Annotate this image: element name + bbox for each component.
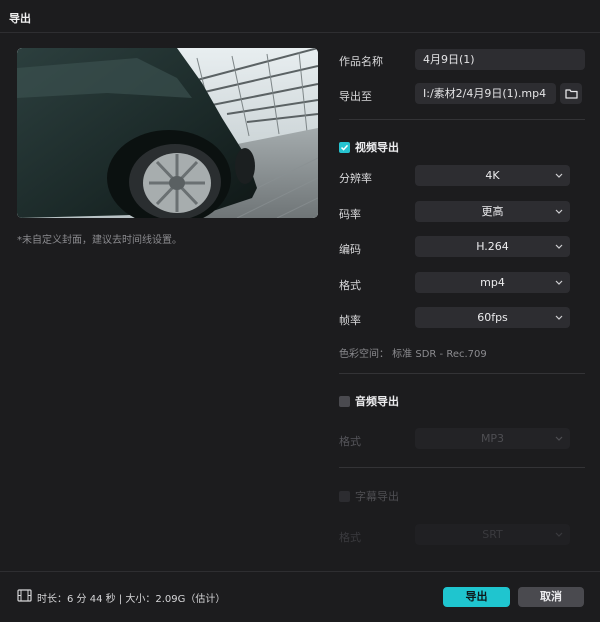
folder-icon [564,89,578,99]
cover-hint-text: *未自定义封面，建议去时间线设置。 [17,235,182,246]
subtitle-format-select[interactable]: SRT [415,524,570,545]
cancel-button[interactable]: 取消 [518,587,584,607]
subtitle-export-label: 字幕导出 [355,490,399,503]
subtitle-format-value: SRT [482,528,503,541]
bitrate-value: 更高 [481,205,504,218]
resolution-select[interactable]: 4K [415,165,570,186]
audio-format-value: MP3 [480,432,505,445]
check-icon [339,141,350,153]
format-label: 格式 [339,279,361,292]
window-title: 导出 [9,12,31,25]
bitrate-select[interactable]: 更高 [415,201,570,222]
codec-select[interactable]: H.264 [415,236,570,257]
audio-format-select[interactable]: MP3 [415,428,570,449]
title-bar: 导出 [0,0,600,33]
subtitle-export-checkbox[interactable]: 字幕导出 [339,488,399,504]
chevron-down-icon [555,201,563,222]
chevron-down-icon [555,428,563,449]
divider [339,373,585,374]
audio-export-label: 音频导出 [355,395,399,408]
chevron-down-icon [555,236,563,257]
duration-size-text: 时长：6 分 44 秒 | 大小：2.09G（估计） [37,594,226,605]
color-space-text: 色彩空间： 标准 SDR - Rec.709 [339,349,487,360]
browse-folder-button[interactable] [560,83,582,104]
export-button[interactable]: 导出 [443,587,510,607]
video-export-checkbox[interactable]: 视频导出 [339,139,399,155]
export-to-label: 导出至 [339,90,372,103]
chevron-down-icon [555,307,563,328]
chevron-down-icon [555,272,563,293]
framerate-value: 60fps [477,311,508,324]
audio-export-checkbox[interactable]: 音频导出 [339,393,399,409]
work-name-input[interactable]: 4月9日(1) [415,49,585,70]
resolution-label: 分辨率 [339,172,372,185]
export-path-input[interactable]: I:/素材2/4月9日(1).mp4 [415,83,556,104]
audio-format-label: 格式 [339,435,361,448]
bitrate-label: 码率 [339,208,361,221]
format-select[interactable]: mp4 [415,272,570,293]
resolution-value: 4K [485,169,500,182]
cover-preview-image[interactable] [17,48,318,218]
work-name-label: 作品名称 [339,55,383,68]
video-export-label: 视频导出 [355,141,399,154]
chevron-down-icon [555,165,563,186]
framerate-label: 帧率 [339,314,361,327]
codec-value: H.264 [476,240,509,253]
chevron-down-icon [555,524,563,545]
subtitle-format-label: 格式 [339,531,361,544]
codec-label: 编码 [339,243,361,256]
checkbox-icon [339,395,350,407]
framerate-select[interactable]: 60fps [415,307,570,328]
checkbox-icon [339,490,350,502]
film-icon [17,589,32,602]
divider [339,467,585,468]
divider [339,119,585,120]
format-value: mp4 [480,276,505,289]
